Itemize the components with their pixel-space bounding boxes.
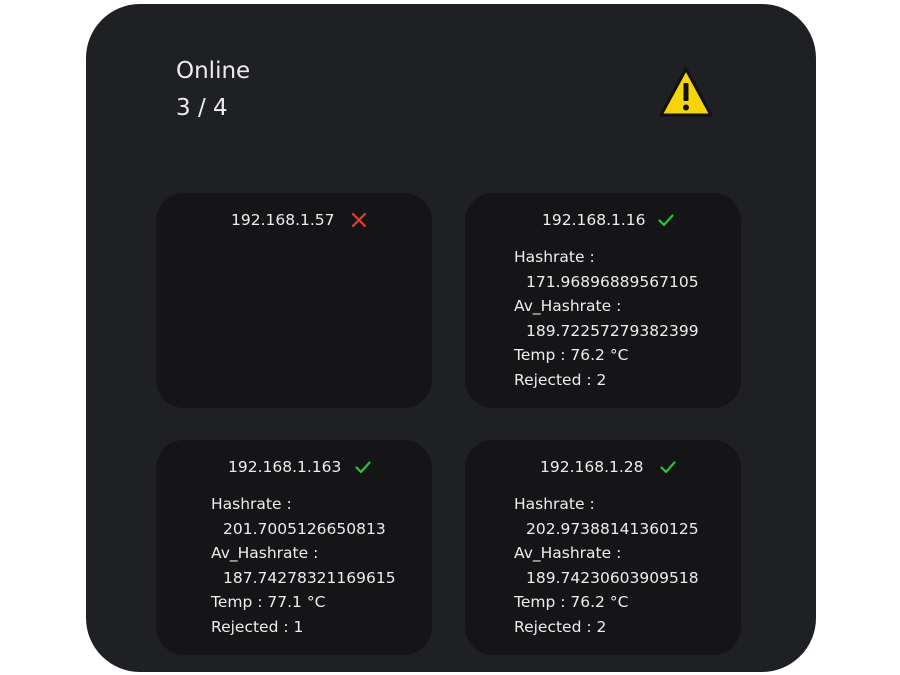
- warning-triangle-icon[interactable]: [658, 66, 714, 118]
- online-label: Online: [176, 58, 251, 84]
- av-hashrate-value: 189.74230603909518: [526, 568, 699, 587]
- cross-icon: [351, 212, 367, 228]
- av-hashrate-label: Av_Hashrate :: [514, 297, 622, 315]
- rejected-value: Rejected : 2: [514, 617, 607, 636]
- check-icon: [355, 461, 371, 474]
- temp-value: Temp : 76.2 °C: [514, 593, 629, 611]
- miner-stats: Hashrate : 171.96896889567105 Av_Hashrat…: [514, 245, 699, 392]
- miner-stats: Hashrate : 202.97388141360125 Av_Hashrat…: [514, 492, 699, 639]
- miner-card[interactable]: 192.168.1.16 Hashrate : 171.968968895671…: [465, 193, 741, 408]
- hashrate-label: Hashrate :: [211, 495, 292, 513]
- miner-stats: Hashrate : 201.7005126650813 Av_Hashrate…: [211, 492, 396, 639]
- av-hashrate-label: Av_Hashrate :: [211, 544, 319, 562]
- miner-ip: 192.168.1.57: [231, 211, 335, 229]
- hashrate-value: 171.96896889567105: [526, 272, 699, 291]
- online-count: 3 / 4: [176, 95, 228, 121]
- rejected-value: Rejected : 2: [514, 370, 607, 389]
- check-icon: [658, 214, 674, 227]
- miner-ip: 192.168.1.28: [540, 458, 644, 476]
- miner-card[interactable]: 192.168.1.163 Hashrate : 201.70051266508…: [156, 440, 432, 655]
- rejected-value: Rejected : 1: [211, 617, 304, 636]
- av-hashrate-value: 189.72257279382399: [526, 321, 699, 340]
- temp-value: Temp : 77.1 °C: [211, 593, 326, 611]
- hashrate-label: Hashrate :: [514, 495, 595, 513]
- hashrate-value: 201.7005126650813: [223, 519, 386, 538]
- miner-status-widget: Online 3 / 4 192.168.1.57 192.168.1.16 H…: [86, 4, 816, 672]
- hashrate-value: 202.97388141360125: [526, 519, 699, 538]
- hashrate-label: Hashrate :: [514, 248, 595, 266]
- miner-card[interactable]: 192.168.1.57: [156, 193, 432, 408]
- miner-ip: 192.168.1.163: [228, 458, 342, 476]
- miner-card[interactable]: 192.168.1.28 Hashrate : 202.973881413601…: [465, 440, 741, 655]
- miner-ip: 192.168.1.16: [542, 211, 646, 229]
- check-icon: [660, 461, 676, 474]
- av-hashrate-label: Av_Hashrate :: [514, 544, 622, 562]
- temp-value: Temp : 76.2 °C: [514, 346, 629, 364]
- av-hashrate-value: 187.74278321169615: [223, 568, 396, 587]
